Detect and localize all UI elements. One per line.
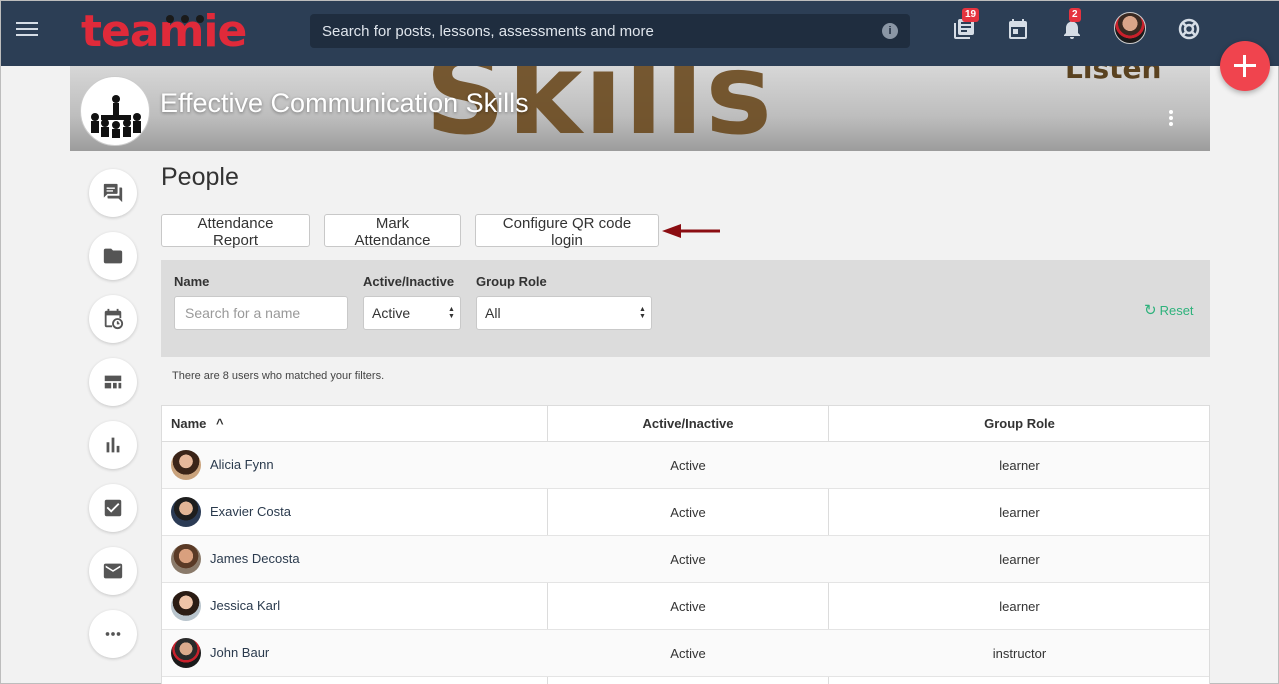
user-avatar[interactable] [171,450,201,480]
table-header: Name ^ Active/Inactive Group Role [162,406,1209,442]
banner-image-text-secondary: Listen [1065,66,1162,85]
user-avatar[interactable] [171,544,201,574]
mail-icon [103,563,123,579]
attendance-report-button[interactable]: Attendance Report [161,214,310,249]
reset-icon: ↻ [1144,302,1157,319]
course-logo[interactable] [80,76,150,146]
rail-analytics-button[interactable] [89,421,137,469]
chat-icon [103,183,123,203]
logo-dots [166,10,211,28]
configure-qr-login-button[interactable]: Configure QR code login [475,214,659,249]
course-title: Effective Communication Skills [160,88,529,118]
user-status: Active [670,646,706,661]
info-icon[interactable]: i [882,23,898,39]
reset-label: Reset [1159,303,1194,318]
rail-dashboard-button[interactable] [89,358,137,406]
table-row: Alicia Fynn Active learner [162,442,1209,489]
user-name-link[interactable]: Jessica Karl [210,598,280,613]
user-avatar[interactable] [1114,12,1146,44]
rail-tasks-button[interactable] [89,484,137,532]
status-select[interactable]: Active ▲ ▼ [363,296,461,330]
rail-posts-button[interactable] [89,169,137,217]
folder-icon [103,248,123,264]
rail-more-button[interactable] [89,610,137,658]
create-fab-button[interactable] [1220,41,1270,91]
table-row: John Baur Active instructor [162,630,1209,677]
user-status: Active [670,458,706,473]
status-filter-label: Active/Inactive [363,274,455,289]
user-avatar[interactable] [171,591,201,621]
filters-panel: Name Active/Inactive Active ▲▼ Group Rol… [161,260,1210,357]
user-status: Active [670,505,706,520]
teamie-logo[interactable]: teamie [81,7,247,57]
rail-files-button[interactable] [89,232,137,280]
user-avatar[interactable] [171,497,201,527]
people-table: Name ^ Active/Inactive Group Role Alicia… [161,405,1210,684]
bar-chart-icon [106,437,120,453]
role-filter-label: Group Role [476,274,547,289]
course-more-icon[interactable] [1169,110,1177,130]
name-search-input[interactable] [174,296,348,330]
annotation-arrow-icon [662,224,720,238]
user-role: learner [999,552,1040,567]
user-name-link[interactable]: Exavier Costa [210,504,291,519]
user-avatar[interactable] [171,638,201,668]
user-status: Active [670,599,706,614]
rail-schedule-button[interactable] [89,295,137,343]
user-role: instructor [992,646,1047,661]
select-arrows-icon: ▲ ▼ [639,306,646,320]
table-row: Exavier Costa Active learner [162,489,1209,536]
results-count-text: There are 8 users who matched your filte… [172,370,385,382]
role-select-value: All [485,305,501,321]
more-horizontal-icon [105,632,121,636]
page-title: People [161,163,239,191]
mark-attendance-button[interactable]: Mark Attendance [324,214,461,249]
help-icon[interactable] [1177,17,1201,41]
user-status: Active [670,552,706,567]
table-row: Jessica Karl Active learner [162,583,1209,630]
calendar-clock-icon [104,308,124,330]
user-role: learner [999,599,1040,614]
sort-ascending-icon: ^ [216,416,224,431]
top-bar: teamie i 19 2 [1,1,1279,66]
role-column-header[interactable]: Group Role [829,406,1209,442]
user-name-link[interactable]: John Baur [210,645,269,660]
name-header-label: Name [171,416,207,431]
global-search: i [310,14,910,48]
reset-filters-button[interactable]: ↻ Reset [1144,301,1194,319]
name-column-header[interactable]: Name ^ [171,406,224,442]
user-role: learner [999,458,1040,473]
menu-icon[interactable] [16,19,38,39]
table-row: James Decosta Active learner [162,536,1209,583]
checkbox-icon [104,499,122,517]
dashboard-icon [104,375,122,389]
notifications-badge: 2 [1069,8,1081,22]
rail-messages-button[interactable] [89,547,137,595]
role-select[interactable]: All ▲ ▼ [476,296,652,330]
user-name-link[interactable]: James Decosta [210,551,300,566]
status-select-value: Active [372,305,411,321]
user-role: learner [999,505,1040,520]
status-column-header[interactable]: Active/Inactive [548,406,828,442]
select-arrows-icon: ▲ ▼ [448,306,455,320]
user-name-link[interactable]: Alicia Fynn [210,457,274,472]
search-input[interactable] [310,14,870,48]
name-filter-label: Name [174,274,210,289]
calendar-icon[interactable] [1006,17,1030,41]
course-banner: Skills Listen Effective Communication Sk… [70,66,1210,151]
library-badge: 19 [962,8,980,22]
